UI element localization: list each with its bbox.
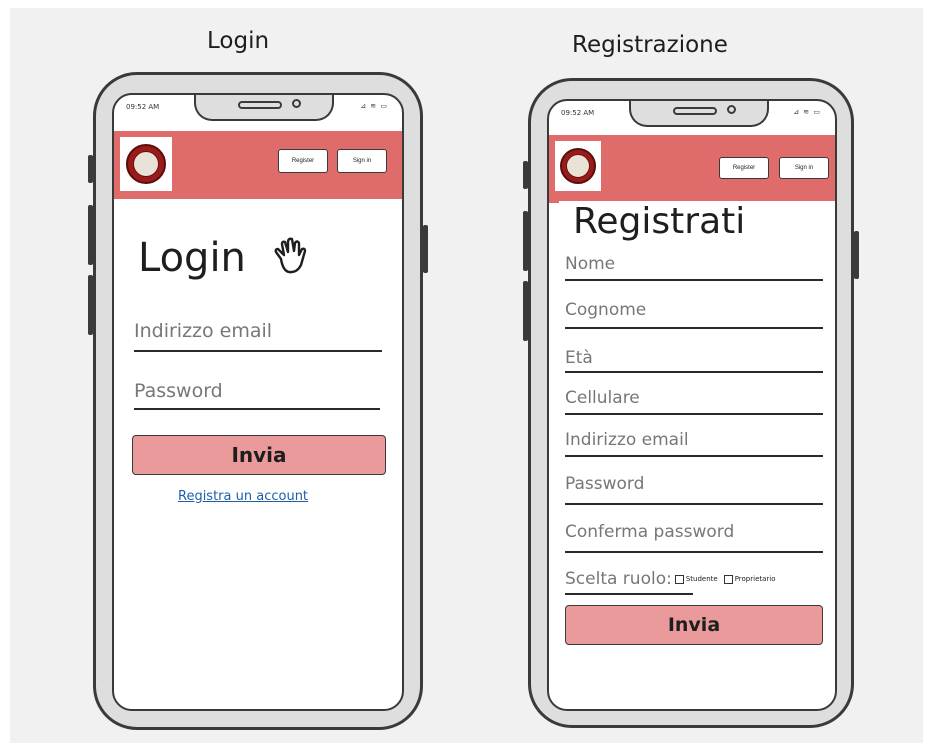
speaker-icon <box>673 107 717 115</box>
registration-phone-frame: 09:52 AM ⊿ ≋ ▭ Register Sign in Registra… <box>523 78 859 728</box>
registration-field-7[interactable]: Conferma password <box>565 519 823 553</box>
waving-hand-icon <box>274 237 306 274</box>
register-account-link[interactable]: Registra un account <box>178 489 308 504</box>
registration-field-2[interactable]: Cognome <box>565 297 823 329</box>
proprietario-label: Proprietario <box>734 575 776 583</box>
phone-volume-down <box>88 275 93 335</box>
role-label: Scelta ruolo: <box>565 569 672 589</box>
registration-field-4[interactable]: Cellulare <box>565 385 823 415</box>
registration-field-6[interactable]: Password <box>565 471 823 505</box>
signin-button[interactable]: Sign in <box>779 157 829 179</box>
studente-checkbox[interactable] <box>674 574 684 584</box>
status-icons: ⊿ ≋ ▭ <box>793 108 821 116</box>
phone-volume-up <box>88 205 93 265</box>
camera-icon <box>292 99 301 108</box>
login-screen-title: Login <box>207 28 270 54</box>
logo-seal-icon <box>560 148 596 184</box>
phone-side-button <box>523 161 528 189</box>
status-time: 09:52 AM <box>126 103 160 111</box>
login-phone-frame: 09:52 AM ⊿ ≋ ▭ Register Sign in Login In… <box>88 72 428 730</box>
password-input[interactable]: Password <box>134 380 380 410</box>
studente-label: Studente <box>685 575 718 583</box>
status-icons: ⊿ ≋ ▭ <box>360 102 388 110</box>
email-input[interactable]: Indirizzo email <box>134 320 382 352</box>
app-header: Register Sign in <box>114 131 402 199</box>
login-display: 09:52 AM ⊿ ≋ ▭ Register Sign in Login In… <box>112 93 404 711</box>
register-button[interactable]: Register <box>278 149 328 173</box>
registration-heading: Registrati <box>559 201 835 243</box>
proprietario-checkbox[interactable] <box>723 574 733 584</box>
phone-volume-down <box>523 281 528 341</box>
role-option-proprietario[interactable]: Proprietario <box>723 569 776 589</box>
camera-icon <box>727 105 736 114</box>
speaker-icon <box>238 101 282 109</box>
login-heading-text: Login <box>138 235 246 281</box>
registration-display: 09:52 AM ⊿ ≋ ▭ Register Sign in Registra… <box>547 99 837 711</box>
registration-field-5[interactable]: Indirizzo email <box>565 427 823 457</box>
app-header: Register Sign in <box>549 135 835 203</box>
submit-button[interactable]: Invia <box>132 435 386 475</box>
signin-button[interactable]: Sign in <box>337 149 387 173</box>
login-heading: Login <box>138 235 309 281</box>
university-logo[interactable] <box>120 137 172 191</box>
registration-screen-title: Registrazione <box>572 32 728 58</box>
role-selector: Scelta ruolo: Studente Proprietario <box>565 569 776 595</box>
phone-side-button <box>88 155 93 183</box>
phone-power-button <box>423 225 428 273</box>
status-time: 09:52 AM <box>561 109 595 117</box>
submit-button[interactable]: Invia <box>565 605 823 645</box>
register-button[interactable]: Register <box>719 157 769 179</box>
phone-notch <box>629 101 769 127</box>
registration-field-1[interactable]: Nome <box>565 251 823 281</box>
phone-volume-up <box>523 211 528 271</box>
university-logo[interactable] <box>555 141 601 191</box>
phone-notch <box>194 95 334 121</box>
role-option-studente[interactable]: Studente <box>674 569 718 589</box>
phone-power-button <box>854 231 859 279</box>
registration-field-3[interactable]: Età <box>565 345 823 373</box>
logo-seal-icon <box>126 144 166 184</box>
